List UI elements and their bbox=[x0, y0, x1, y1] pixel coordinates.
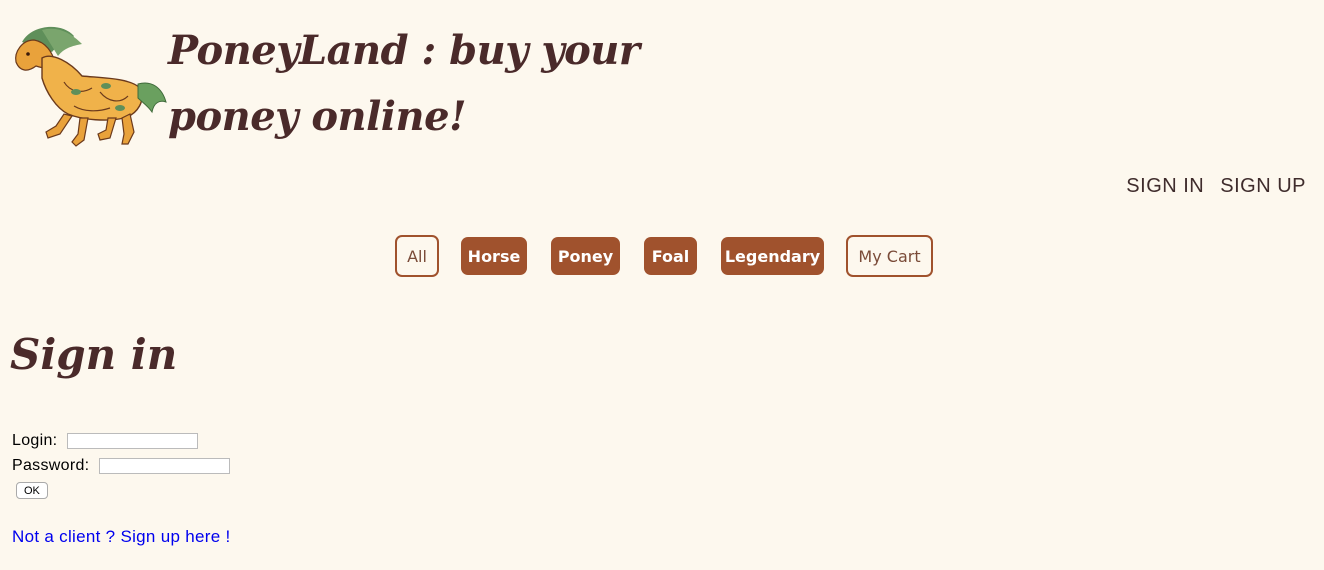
nav-horse-button[interactable]: Horse bbox=[461, 237, 527, 275]
login-row: Login: bbox=[12, 428, 230, 453]
sign-in-form: Login: Password: OK bbox=[12, 428, 231, 499]
sign-in-link[interactable]: SIGN IN bbox=[1126, 175, 1204, 198]
horse-logo-icon bbox=[12, 22, 168, 152]
sign-up-here-link[interactable]: Not a client ? Sign up here ! bbox=[12, 527, 231, 547]
sign-in-heading: Sign in bbox=[10, 330, 178, 379]
nav-legendary-button[interactable]: Legendary bbox=[721, 237, 824, 275]
password-input[interactable] bbox=[99, 457, 231, 474]
page: PoneyLand : buy your poney online! SIGN … bbox=[0, 0, 1324, 570]
auth-links: SIGN IN SIGN UP bbox=[1126, 175, 1306, 198]
ok-button[interactable]: OK bbox=[16, 482, 48, 499]
nav-all-button[interactable]: All bbox=[395, 235, 439, 277]
nav-foal-button[interactable]: Foal bbox=[644, 237, 697, 275]
site-title: PoneyLand : buy your poney online! bbox=[168, 27, 640, 140]
sign-up-link[interactable]: SIGN UP bbox=[1220, 175, 1306, 198]
nav-my-cart-button[interactable]: My Cart bbox=[846, 235, 933, 277]
password-label: Password: bbox=[12, 456, 90, 474]
nav-poney-button[interactable]: Poney bbox=[551, 237, 620, 275]
password-row: Password: bbox=[12, 453, 231, 478]
login-input[interactable] bbox=[67, 432, 199, 449]
login-label: Login: bbox=[12, 431, 58, 449]
